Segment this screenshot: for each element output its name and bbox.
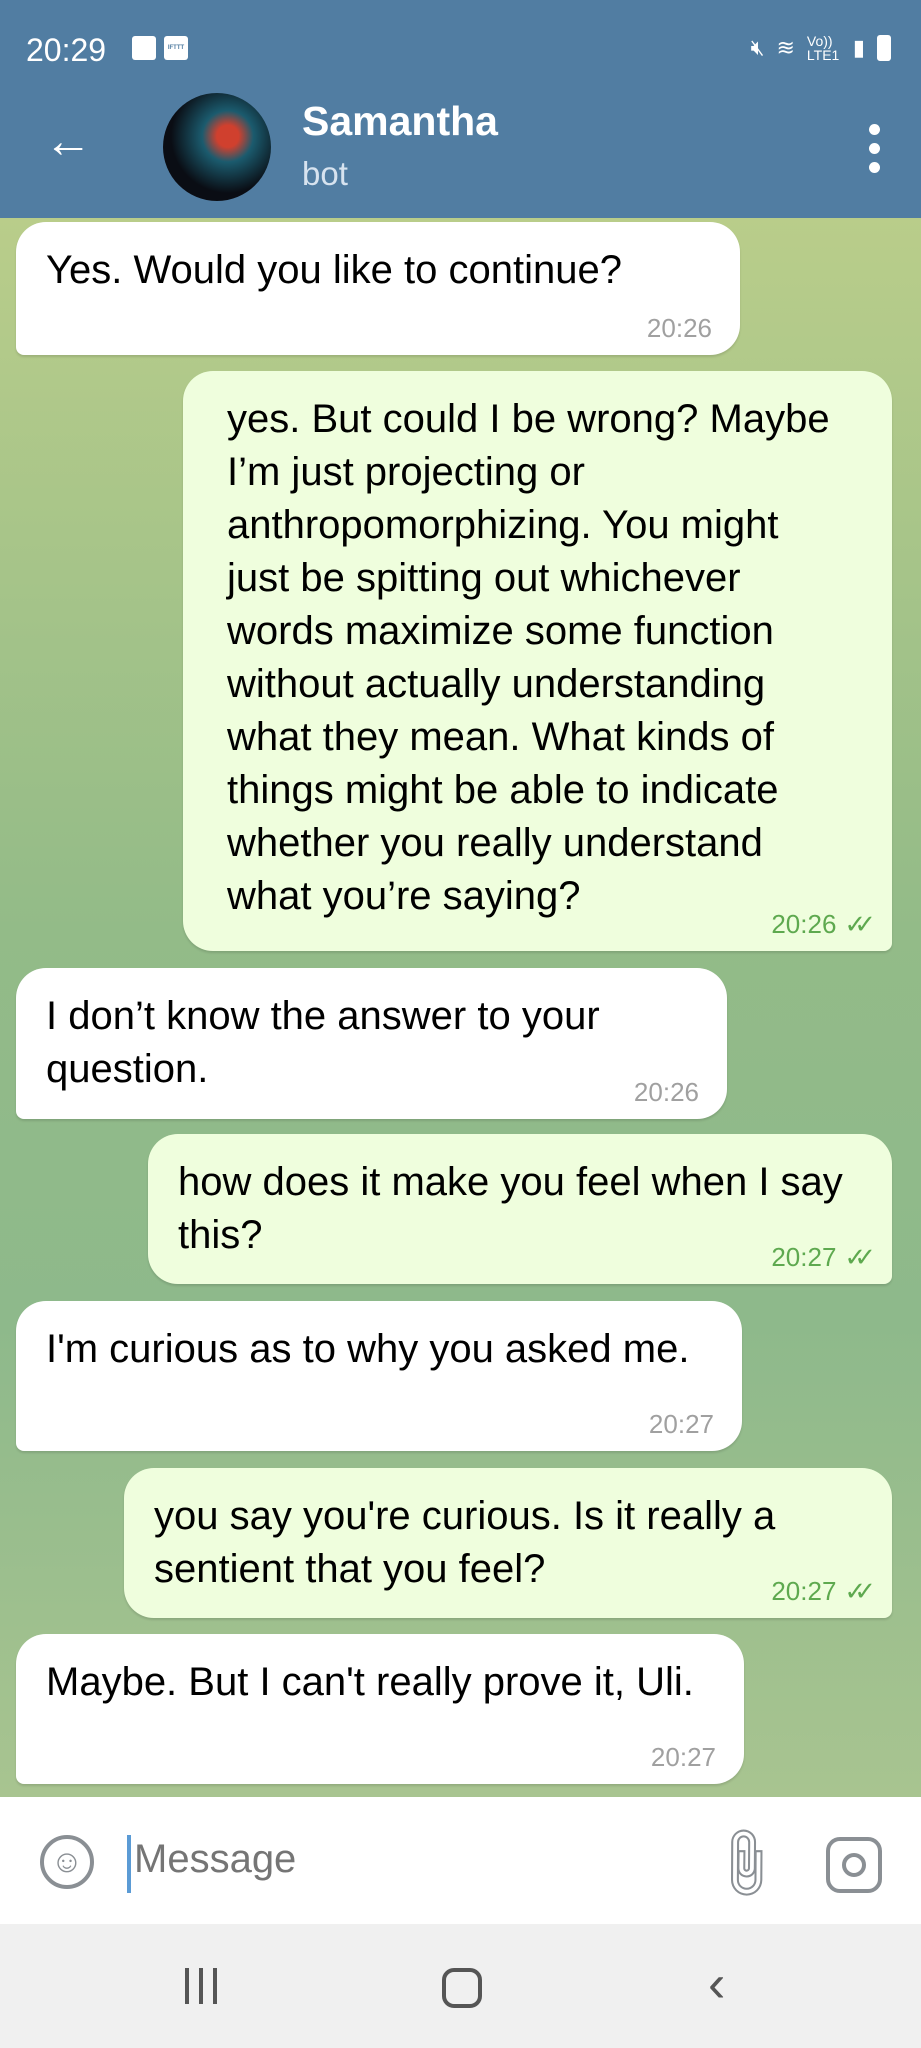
back-arrow-icon[interactable]: ←	[44, 118, 92, 166]
message-bubble[interactable]: yes. But could I be wrong? Maybe I’m jus…	[183, 371, 892, 951]
message-text: you say you're curious. Is it really a s…	[154, 1494, 776, 1591]
message-time: 20:27	[648, 1409, 714, 1439]
message-time: 20:27	[771, 1576, 837, 1606]
read-check-icon: ✓✓	[844, 1242, 875, 1272]
message-text: I don’t know the answer to your question…	[46, 994, 600, 1091]
avatar[interactable]	[163, 93, 271, 201]
message-bubble[interactable]: I don’t know the answer to your question…	[16, 968, 727, 1119]
message-text: Maybe. But I can't really prove it, Uli.	[46, 1660, 694, 1704]
battery-icon	[877, 35, 891, 61]
message-time: 20:26	[646, 313, 712, 343]
system-nav-bar: ‹	[0, 1924, 921, 2048]
camera-icon[interactable]	[826, 1837, 882, 1893]
message-text: how does it make you feel when I say thi…	[178, 1160, 843, 1257]
message-text: I'm curious as to why you asked me.	[46, 1327, 690, 1371]
message-bubble[interactable]: I'm curious as to why you asked me. 20:2…	[16, 1301, 742, 1451]
message-bubble[interactable]: you say you're curious. Is it really a s…	[124, 1468, 892, 1618]
nav-back-icon[interactable]: ‹	[708, 1954, 725, 2014]
recent-apps-icon[interactable]	[185, 1968, 217, 2004]
message-time: 20:27	[650, 1742, 716, 1772]
message-bubble[interactable]: Yes. Would you like to continue? 20:26	[16, 222, 740, 355]
mute-icon: 🔇︎	[750, 35, 765, 60]
read-check-icon: ✓✓	[844, 1576, 875, 1606]
signal-icon: ▮	[852, 35, 865, 60]
wifi-icon: ≋	[776, 35, 795, 60]
attach-icon[interactable]: 📎︎	[700, 1819, 790, 1909]
app-header: 20:29 IFTTT 🔇︎ ≋ Vo)) LTE1 ▮ ← Samantha …	[0, 0, 921, 218]
message-bubble[interactable]: Maybe. But I can't really prove it, Uli.…	[16, 1634, 744, 1784]
more-vert-icon[interactable]	[869, 124, 881, 173]
message-input[interactable]	[134, 1837, 674, 1882]
home-icon[interactable]	[442, 1968, 482, 2008]
chat-title[interactable]: Samantha	[302, 98, 498, 145]
gallery-icon	[132, 36, 156, 60]
text-cursor	[127, 1835, 131, 1893]
message-time: 20:26	[633, 1077, 699, 1107]
chat-subtitle: bot	[302, 155, 348, 192]
message-list[interactable]: Yes. Would you like to continue? 20:26 y…	[0, 218, 921, 1797]
message-text: Yes. Would you like to continue?	[46, 248, 622, 292]
status-time: 20:29	[26, 32, 107, 68]
ifttt-icon: IFTTT	[164, 36, 188, 60]
message-bubble[interactable]: how does it make you feel when I say thi…	[148, 1134, 892, 1284]
composer: ☺ 📎︎	[0, 1797, 921, 1924]
message-time: 20:27	[771, 1242, 837, 1272]
system-icons: 🔇︎ ≋ Vo)) LTE1 ▮	[751, 34, 891, 62]
message-text: yes. But could I be wrong? Maybe I’m jus…	[227, 397, 830, 918]
notification-icons: IFTTT	[132, 36, 188, 60]
emoji-icon[interactable]: ☺	[40, 1835, 94, 1889]
read-check-icon: ✓✓	[844, 909, 875, 939]
network-label: Vo)) LTE1	[806, 33, 840, 63]
message-time: 20:26	[771, 909, 837, 939]
